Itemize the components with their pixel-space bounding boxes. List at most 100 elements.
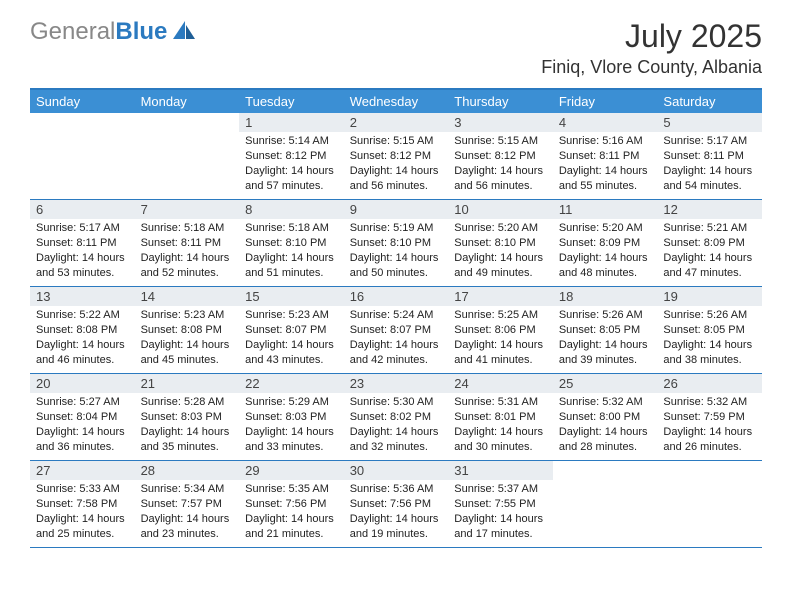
sunrise-line: Sunrise: 5:22 AM	[36, 308, 129, 323]
sunrise-line: Sunrise: 5:29 AM	[245, 395, 338, 410]
daylight-line: Daylight: 14 hours and 35 minutes.	[141, 425, 234, 455]
daylight-line: Daylight: 14 hours and 55 minutes.	[559, 164, 652, 194]
day-body: Sunrise: 5:21 AMSunset: 8:09 PMDaylight:…	[657, 219, 762, 284]
day-cell: 22Sunrise: 5:29 AMSunset: 8:03 PMDayligh…	[239, 374, 344, 460]
day-body: Sunrise: 5:37 AMSunset: 7:55 PMDaylight:…	[448, 480, 553, 545]
day-body: Sunrise: 5:15 AMSunset: 8:12 PMDaylight:…	[344, 132, 449, 197]
daylight-line: Daylight: 14 hours and 26 minutes.	[663, 425, 756, 455]
sunrise-line: Sunrise: 5:32 AM	[559, 395, 652, 410]
day-cell: 11Sunrise: 5:20 AMSunset: 8:09 PMDayligh…	[553, 200, 658, 286]
daylight-line: Daylight: 14 hours and 28 minutes.	[559, 425, 652, 455]
day-cell: 3Sunrise: 5:15 AMSunset: 8:12 PMDaylight…	[448, 113, 553, 199]
daylight-line: Daylight: 14 hours and 41 minutes.	[454, 338, 547, 368]
sunrise-line: Sunrise: 5:15 AM	[454, 134, 547, 149]
day-body: Sunrise: 5:28 AMSunset: 8:03 PMDaylight:…	[135, 393, 240, 458]
sunset-line: Sunset: 8:11 PM	[559, 149, 652, 164]
day-body: Sunrise: 5:14 AMSunset: 8:12 PMDaylight:…	[239, 132, 344, 197]
sunrise-line: Sunrise: 5:34 AM	[141, 482, 234, 497]
day-cell: 1Sunrise: 5:14 AMSunset: 8:12 PMDaylight…	[239, 113, 344, 199]
day-number: 10	[448, 200, 553, 219]
day-body: Sunrise: 5:25 AMSunset: 8:06 PMDaylight:…	[448, 306, 553, 371]
sunrise-line: Sunrise: 5:15 AM	[350, 134, 443, 149]
sunset-line: Sunset: 8:07 PM	[245, 323, 338, 338]
sunset-line: Sunset: 8:06 PM	[454, 323, 547, 338]
sunrise-line: Sunrise: 5:33 AM	[36, 482, 129, 497]
week-row: 20Sunrise: 5:27 AMSunset: 8:04 PMDayligh…	[30, 374, 762, 461]
day-number: 12	[657, 200, 762, 219]
sunset-line: Sunset: 7:57 PM	[141, 497, 234, 512]
day-body: Sunrise: 5:27 AMSunset: 8:04 PMDaylight:…	[30, 393, 135, 458]
sunrise-line: Sunrise: 5:32 AM	[663, 395, 756, 410]
daylight-line: Daylight: 14 hours and 57 minutes.	[245, 164, 338, 194]
sunrise-line: Sunrise: 5:24 AM	[350, 308, 443, 323]
sunset-line: Sunset: 8:10 PM	[350, 236, 443, 251]
daylight-line: Daylight: 14 hours and 30 minutes.	[454, 425, 547, 455]
sunset-line: Sunset: 8:09 PM	[559, 236, 652, 251]
sunset-line: Sunset: 8:09 PM	[663, 236, 756, 251]
day-cell: 13Sunrise: 5:22 AMSunset: 8:08 PMDayligh…	[30, 287, 135, 373]
location: Finiq, Vlore County, Albania	[541, 57, 762, 78]
day-cell: 31Sunrise: 5:37 AMSunset: 7:55 PMDayligh…	[448, 461, 553, 547]
sunrise-line: Sunrise: 5:17 AM	[663, 134, 756, 149]
daylight-line: Daylight: 14 hours and 32 minutes.	[350, 425, 443, 455]
day-cell: 6Sunrise: 5:17 AMSunset: 8:11 PMDaylight…	[30, 200, 135, 286]
empty-cell	[657, 461, 762, 547]
sunrise-line: Sunrise: 5:20 AM	[454, 221, 547, 236]
sunset-line: Sunset: 8:02 PM	[350, 410, 443, 425]
sunset-line: Sunset: 7:56 PM	[245, 497, 338, 512]
sunrise-line: Sunrise: 5:37 AM	[454, 482, 547, 497]
sunrise-line: Sunrise: 5:26 AM	[559, 308, 652, 323]
daylight-line: Daylight: 14 hours and 25 minutes.	[36, 512, 129, 542]
day-body: Sunrise: 5:36 AMSunset: 7:56 PMDaylight:…	[344, 480, 449, 545]
sunrise-line: Sunrise: 5:31 AM	[454, 395, 547, 410]
day-number: 16	[344, 287, 449, 306]
dow-wednesday: Wednesday	[344, 90, 449, 113]
sunset-line: Sunset: 8:00 PM	[559, 410, 652, 425]
sunset-line: Sunset: 8:03 PM	[141, 410, 234, 425]
empty-cell	[135, 113, 240, 199]
dow-monday: Monday	[135, 90, 240, 113]
daylight-line: Daylight: 14 hours and 19 minutes.	[350, 512, 443, 542]
sunrise-line: Sunrise: 5:20 AM	[559, 221, 652, 236]
sunset-line: Sunset: 8:04 PM	[36, 410, 129, 425]
logo: GeneralBlue	[30, 18, 197, 46]
day-body: Sunrise: 5:17 AMSunset: 8:11 PMDaylight:…	[657, 132, 762, 197]
day-cell: 4Sunrise: 5:16 AMSunset: 8:11 PMDaylight…	[553, 113, 658, 199]
day-body: Sunrise: 5:19 AMSunset: 8:10 PMDaylight:…	[344, 219, 449, 284]
day-cell: 20Sunrise: 5:27 AMSunset: 8:04 PMDayligh…	[30, 374, 135, 460]
sunset-line: Sunset: 8:12 PM	[245, 149, 338, 164]
sunrise-line: Sunrise: 5:18 AM	[245, 221, 338, 236]
day-body: Sunrise: 5:34 AMSunset: 7:57 PMDaylight:…	[135, 480, 240, 545]
day-number: 14	[135, 287, 240, 306]
dow-saturday: Saturday	[657, 90, 762, 113]
day-number: 23	[344, 374, 449, 393]
day-number: 7	[135, 200, 240, 219]
day-number: 30	[344, 461, 449, 480]
sunset-line: Sunset: 7:55 PM	[454, 497, 547, 512]
logo-text-1: General	[30, 18, 115, 45]
day-number: 3	[448, 113, 553, 132]
day-cell: 17Sunrise: 5:25 AMSunset: 8:06 PMDayligh…	[448, 287, 553, 373]
daylight-line: Daylight: 14 hours and 48 minutes.	[559, 251, 652, 281]
sunset-line: Sunset: 8:01 PM	[454, 410, 547, 425]
sunset-line: Sunset: 8:12 PM	[350, 149, 443, 164]
sunset-line: Sunset: 8:11 PM	[141, 236, 234, 251]
logo-text-2: Blue	[115, 18, 167, 45]
day-cell: 29Sunrise: 5:35 AMSunset: 7:56 PMDayligh…	[239, 461, 344, 547]
week-row: 13Sunrise: 5:22 AMSunset: 8:08 PMDayligh…	[30, 287, 762, 374]
day-cell: 18Sunrise: 5:26 AMSunset: 8:05 PMDayligh…	[553, 287, 658, 373]
daylight-line: Daylight: 14 hours and 54 minutes.	[663, 164, 756, 194]
day-cell: 23Sunrise: 5:30 AMSunset: 8:02 PMDayligh…	[344, 374, 449, 460]
dow-friday: Friday	[553, 90, 658, 113]
daylight-line: Daylight: 14 hours and 45 minutes.	[141, 338, 234, 368]
sunset-line: Sunset: 7:59 PM	[663, 410, 756, 425]
day-number: 8	[239, 200, 344, 219]
day-number: 5	[657, 113, 762, 132]
day-body: Sunrise: 5:30 AMSunset: 8:02 PMDaylight:…	[344, 393, 449, 458]
day-number: 13	[30, 287, 135, 306]
page-title: July 2025	[541, 18, 762, 55]
sunset-line: Sunset: 8:11 PM	[36, 236, 129, 251]
day-body: Sunrise: 5:32 AMSunset: 8:00 PMDaylight:…	[553, 393, 658, 458]
day-body: Sunrise: 5:24 AMSunset: 8:07 PMDaylight:…	[344, 306, 449, 371]
sunrise-line: Sunrise: 5:14 AM	[245, 134, 338, 149]
